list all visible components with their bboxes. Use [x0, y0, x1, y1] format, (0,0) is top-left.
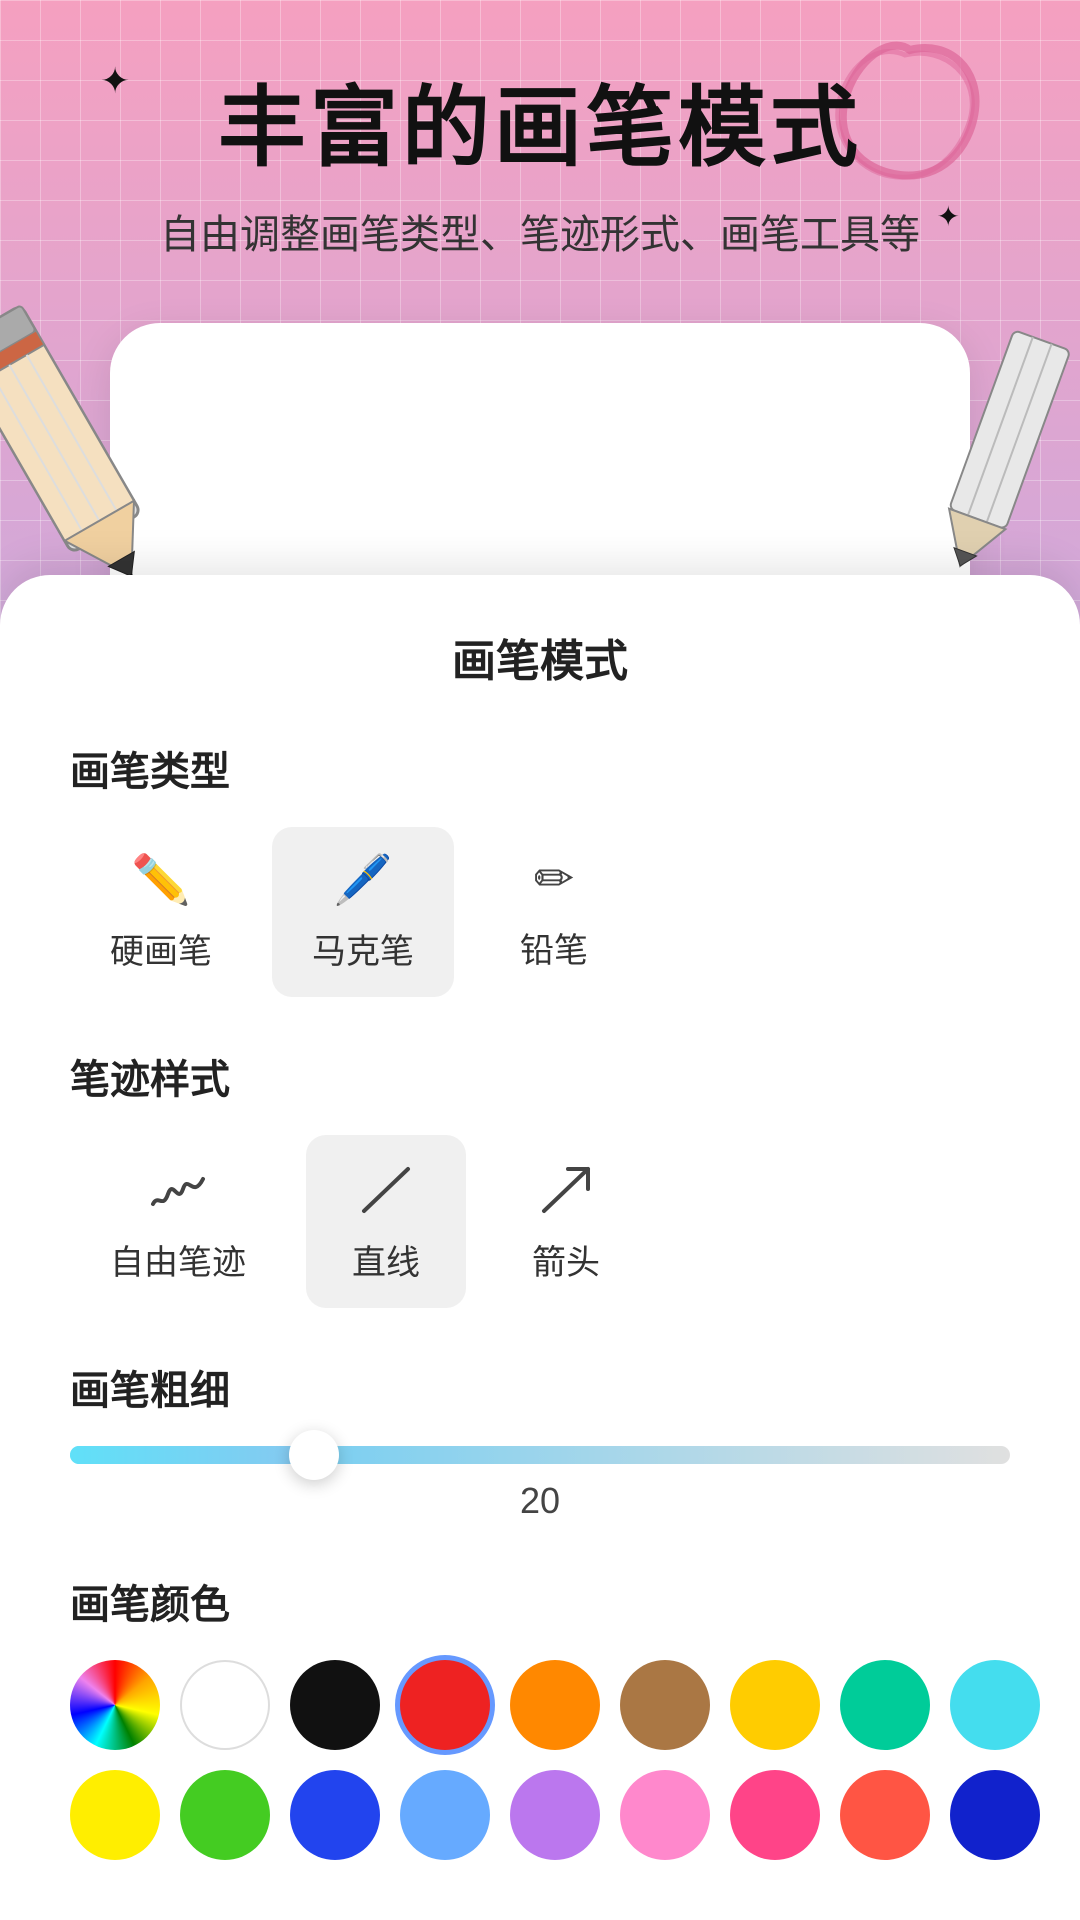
color-swatch-orange[interactable] [510, 1660, 600, 1750]
free-stroke-label: 自由笔迹 [110, 1235, 246, 1284]
brush-type-hard[interactable]: ✏️ 硬画笔 [70, 827, 252, 997]
color-swatch-rainbow[interactable] [70, 1660, 160, 1750]
brush-size-label: 画笔粗细 [70, 1358, 1010, 1416]
color-swatch-lightblue[interactable] [400, 1770, 490, 1860]
color-swatch-black[interactable] [290, 1660, 380, 1750]
color-swatch-purple[interactable] [510, 1770, 600, 1860]
brush-size-section: 画笔粗细 20 [70, 1358, 1010, 1522]
line-stroke-icon [356, 1159, 416, 1219]
hard-brush-label: 硬画笔 [110, 924, 212, 973]
color-swatch-pink[interactable] [620, 1770, 710, 1860]
color-swatch-darkblue[interactable] [950, 1770, 1040, 1860]
brush-type-label: 画笔类型 [70, 739, 1010, 797]
free-stroke-icon [148, 1159, 208, 1219]
slider-track[interactable] [70, 1446, 1010, 1464]
brush-type-marker[interactable]: 🖊️ 马克笔 [272, 827, 454, 997]
arrow-stroke-label: 箭头 [532, 1235, 600, 1284]
line-stroke-label: 直线 [352, 1235, 420, 1284]
color-swatch-hotpink[interactable] [730, 1770, 820, 1860]
stroke-line[interactable]: 直线 [306, 1135, 466, 1308]
slider-value: 20 [70, 1480, 1010, 1522]
panel-title: 画笔模式 [70, 625, 1010, 689]
main-title: 丰富的画笔模式 [160, 80, 920, 177]
brush-type-row: ✏️ 硬画笔 🖊️ 马克笔 ✏ 铅笔 [70, 827, 1010, 997]
page: ✦ ✦ 丰富的画笔模式 自由调整画笔类型、笔迹形式、画笔工具等 [0, 0, 1080, 1920]
header: 丰富的画笔模式 自由调整画笔类型、笔迹形式、画笔工具等 [100, 80, 980, 263]
color-swatch-brown[interactable] [620, 1660, 710, 1750]
marker-brush-icon: 🖊️ [333, 851, 393, 908]
color-swatch-blue[interactable] [290, 1770, 380, 1860]
brush-size-slider-container [70, 1446, 1010, 1464]
color-swatch-red[interactable] [400, 1660, 490, 1750]
stroke-arrow[interactable]: 箭头 [486, 1135, 646, 1308]
arrow-stroke-icon [536, 1159, 596, 1219]
stroke-style-label: 笔迹样式 [70, 1047, 1010, 1105]
color-label: 画笔颜色 [70, 1572, 1010, 1630]
color-swatch-yellow[interactable] [730, 1660, 820, 1750]
brush-type-pencil[interactable]: ✏ 铅笔 [474, 827, 634, 997]
stroke-style-row: 自由笔迹 直线 箭头 [70, 1135, 1010, 1308]
slider-track-filled [70, 1446, 314, 1464]
slider-thumb[interactable] [289, 1430, 339, 1480]
pencil-brush-label: 铅笔 [520, 923, 588, 972]
stroke-free[interactable]: 自由笔迹 [70, 1135, 286, 1308]
color-swatch-teal[interactable] [840, 1660, 930, 1750]
subtitle: 自由调整画笔类型、笔迹形式、画笔工具等 [160, 207, 920, 263]
color-swatch-coral[interactable] [840, 1770, 930, 1860]
color-swatch-cyan[interactable] [950, 1660, 1040, 1750]
marker-brush-label: 马克笔 [312, 924, 414, 973]
pencil-brush-icon: ✏ [534, 851, 574, 907]
color-swatch-white[interactable] [180, 1660, 270, 1750]
bottom-panel: 画笔模式 画笔类型 ✏️ 硬画笔 🖊️ 马克笔 ✏ 铅笔 笔迹样式 [0, 575, 1080, 1920]
color-row-1 [70, 1660, 1010, 1750]
hard-brush-icon: ✏️ [131, 851, 191, 908]
color-swatch-green[interactable] [180, 1770, 270, 1860]
color-swatch-yellow2[interactable] [70, 1770, 160, 1860]
color-section: 画笔颜色 [70, 1572, 1010, 1860]
color-grid [70, 1660, 1010, 1860]
color-row-2 [70, 1770, 1010, 1860]
